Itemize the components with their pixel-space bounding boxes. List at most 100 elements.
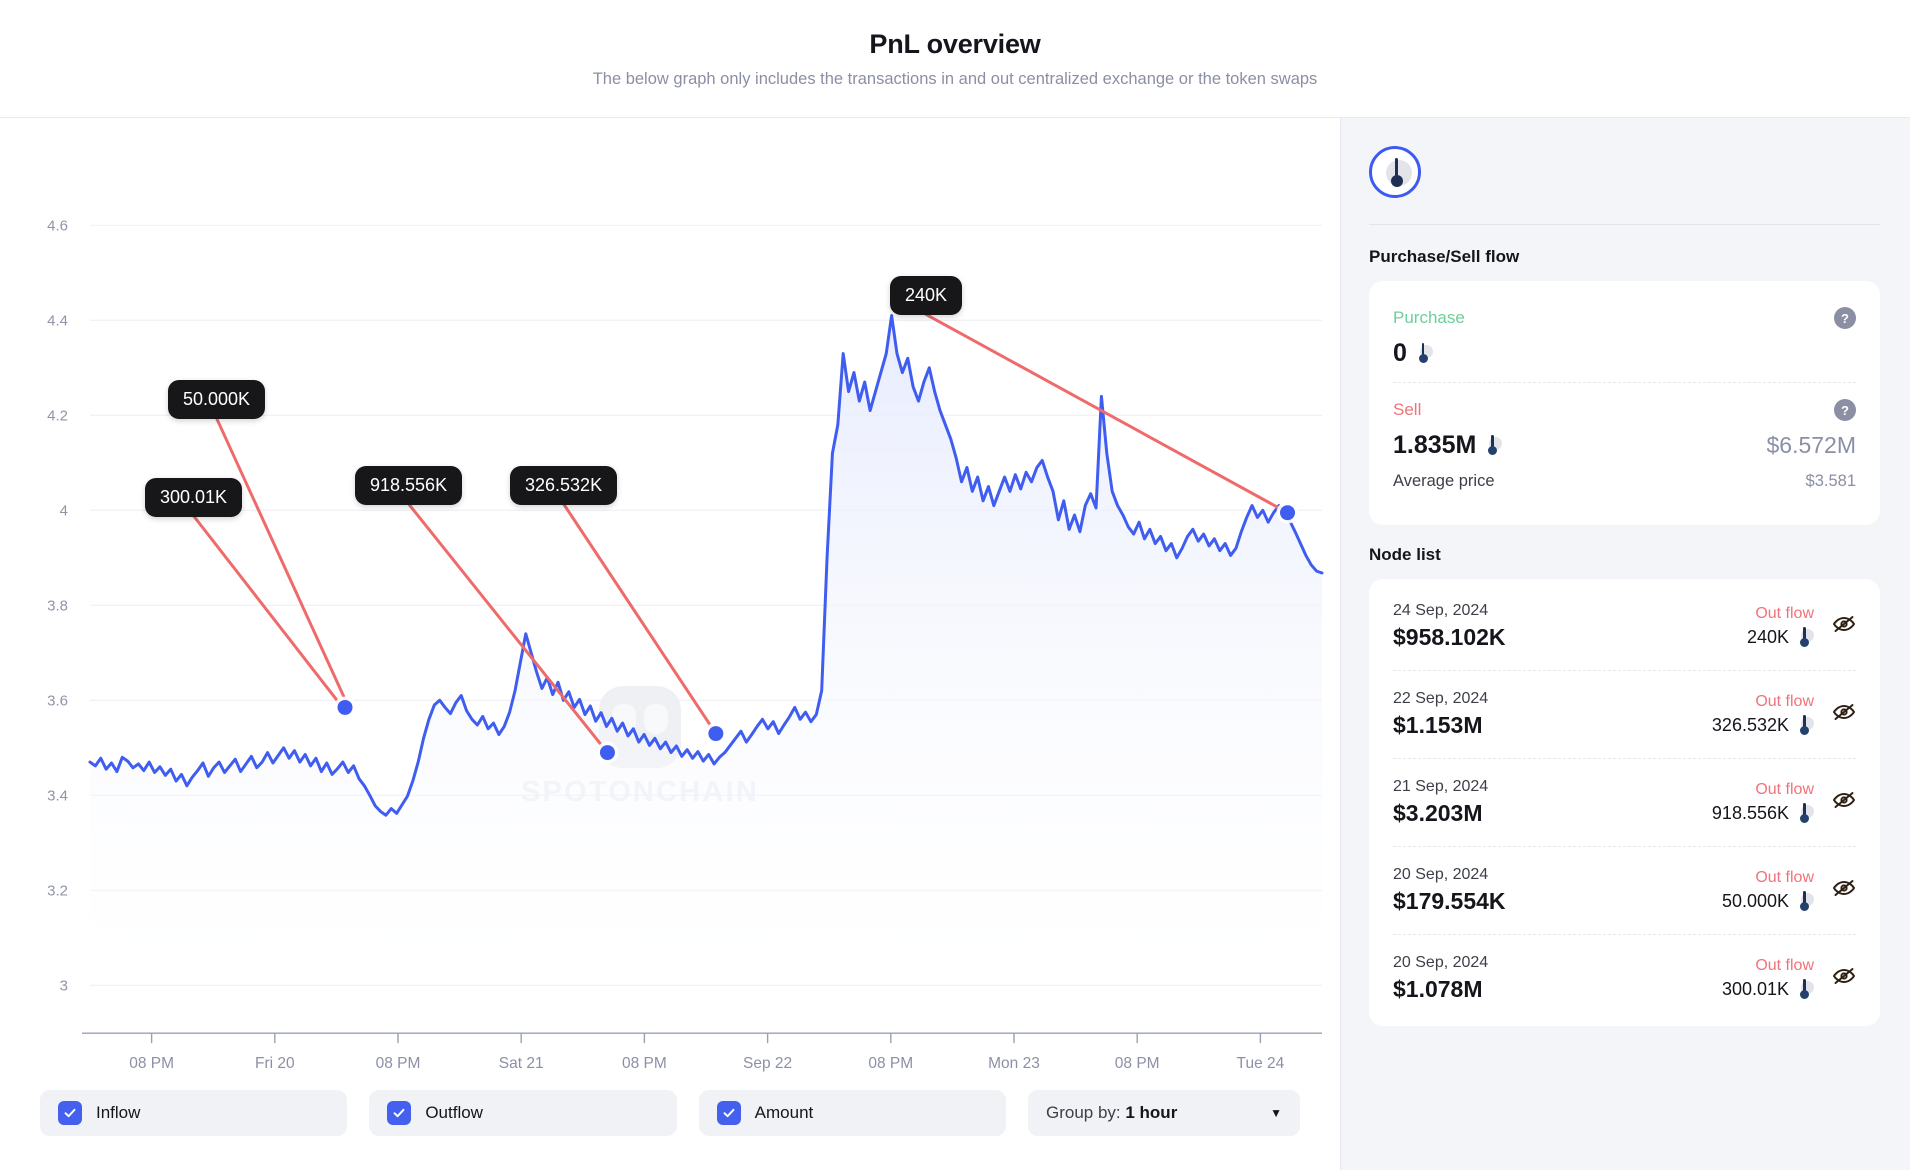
sidebar-divider xyxy=(1369,224,1880,225)
svg-text:Sep 22: Sep 22 xyxy=(743,1055,792,1072)
node-flow-direction: Out flow xyxy=(1712,781,1814,799)
svg-text:3.8: 3.8 xyxy=(47,597,68,614)
node-left: 24 Sep, 2024 $958.102K xyxy=(1393,602,1506,651)
node-right: Out flow 918.556K xyxy=(1712,781,1856,824)
node-date: 20 Sep, 2024 xyxy=(1393,866,1506,884)
eye-off-icon[interactable] xyxy=(1832,788,1856,817)
node-flow-direction: Out flow xyxy=(1722,869,1814,887)
eye-off-icon[interactable] xyxy=(1832,964,1856,993)
node-right: Out flow326.532K xyxy=(1712,693,1856,736)
chart-area[interactable]: SPOTONCHAIN 33.23.43.63.844.24.44.608 PM… xyxy=(0,118,1340,1080)
outflow-label: Outflow xyxy=(425,1103,483,1123)
token-icon xyxy=(1797,715,1814,736)
group-by-label: Group by: 1 hour xyxy=(1046,1103,1177,1123)
node-token-amount: 300.01K xyxy=(1722,979,1814,1000)
page-title: PnL overview xyxy=(869,29,1040,60)
node-usd-value: $958.102K xyxy=(1393,624,1506,651)
purchase-help-icon[interactable]: ? xyxy=(1834,307,1856,329)
node-right: Out flow 50.000K xyxy=(1722,869,1856,912)
outflow-toggle[interactable]: Outflow xyxy=(369,1090,676,1136)
amount-checkbox[interactable] xyxy=(717,1101,741,1125)
sell-label: Sell xyxy=(1393,400,1421,420)
node-list-item[interactable]: 21 Sep, 2024$3.203M Out flow 918.556K xyxy=(1393,758,1856,846)
node-list-section: Node list 24 Sep, 2024$958.102KOut flow2… xyxy=(1369,545,1880,1026)
average-price-label: Average price xyxy=(1393,472,1495,491)
chart-annotation-callout[interactable]: 326.532K xyxy=(510,466,617,505)
node-usd-value: $1.153M xyxy=(1393,712,1488,739)
node-list-item[interactable]: 22 Sep, 2024 $1.153M Out flow326.532K xyxy=(1393,670,1856,758)
node-list-item[interactable]: 24 Sep, 2024$958.102KOut flow240K xyxy=(1393,583,1856,670)
detail-sidebar: Purchase/Sell flow Purchase ? 0 xyxy=(1340,118,1910,1170)
svg-text:4.2: 4.2 xyxy=(47,407,68,424)
inflow-checkbox[interactable] xyxy=(58,1101,82,1125)
svg-text:3.6: 3.6 xyxy=(47,692,68,709)
svg-text:Fri 20: Fri 20 xyxy=(255,1055,295,1072)
svg-text:Mon 23: Mon 23 xyxy=(988,1055,1040,1072)
node-date: 24 Sep, 2024 xyxy=(1393,602,1506,620)
eye-off-icon[interactable] xyxy=(1832,612,1856,641)
sell-usd: $6.572M xyxy=(1766,432,1856,459)
svg-text:3.2: 3.2 xyxy=(47,882,68,899)
sell-amount: 1.835M xyxy=(1393,431,1502,460)
node-list-title: Node list xyxy=(1369,545,1880,565)
node-list-item[interactable]: 20 Sep, 2024 $179.554K Out flow 50.000K xyxy=(1393,846,1856,934)
average-price-row: Average price $3.581 xyxy=(1393,472,1856,491)
node-flow-direction: Out flow xyxy=(1712,693,1814,711)
node-left: 22 Sep, 2024 $1.153M xyxy=(1393,690,1488,739)
amount-label: Amount xyxy=(755,1103,814,1123)
node-date: 20 Sep, 2024 xyxy=(1393,954,1488,972)
chart-annotation-callout[interactable]: 300.01K xyxy=(145,478,242,517)
node-list-item[interactable]: 20 Sep, 2024 $1.078M Out flow 300.01K xyxy=(1393,934,1856,1022)
purchase-label: Purchase xyxy=(1393,308,1465,328)
node-usd-value: $1.078M xyxy=(1393,976,1488,1003)
node-left: 20 Sep, 2024 $179.554K xyxy=(1393,866,1506,915)
node-left: 21 Sep, 2024$3.203M xyxy=(1393,778,1488,827)
svg-text:08 PM: 08 PM xyxy=(376,1055,421,1072)
node-token-amount: 50.000K xyxy=(1722,891,1814,912)
inflow-toggle[interactable]: Inflow xyxy=(40,1090,347,1136)
page-body: SPOTONCHAIN 33.23.43.63.844.24.44.608 PM… xyxy=(0,118,1910,1170)
svg-text:Tue 24: Tue 24 xyxy=(1237,1055,1285,1072)
svg-text:08 PM: 08 PM xyxy=(1115,1055,1160,1072)
node-date: 21 Sep, 2024 xyxy=(1393,778,1488,796)
chart-annotation-callout[interactable]: 918.556K xyxy=(355,466,462,505)
token-icon xyxy=(1797,627,1814,648)
token-icon xyxy=(1485,435,1502,456)
chevron-down-icon[interactable]: ▼ xyxy=(1270,1107,1282,1119)
token-dot xyxy=(1391,175,1403,187)
token-icon xyxy=(1797,979,1814,1000)
svg-text:3: 3 xyxy=(60,977,68,994)
group-by-select[interactable]: Group by: 1 hour ▼ xyxy=(1028,1090,1300,1136)
node-flow-direction: Out flow xyxy=(1747,605,1814,623)
chart-annotation-callout[interactable]: 240K xyxy=(890,276,962,315)
page-header: PnL overview The below graph only includ… xyxy=(0,0,1910,118)
token-icon xyxy=(1416,343,1433,364)
purchase-amount: 0 xyxy=(1393,339,1433,368)
chart-toolbar: Inflow Outflow Amount Group by: 1 hour xyxy=(0,1080,1340,1170)
amount-toggle[interactable]: Amount xyxy=(699,1090,1006,1136)
token-icon xyxy=(1797,891,1814,912)
node-usd-value: $179.554K xyxy=(1393,888,1506,915)
node-token-amount: 918.556K xyxy=(1712,803,1814,824)
pnl-overview-page: PnL overview The below graph only includ… xyxy=(0,0,1910,1170)
group-by-value: 1 hour xyxy=(1125,1103,1177,1122)
outflow-checkbox[interactable] xyxy=(387,1101,411,1125)
purchase-amount-value: 0 xyxy=(1393,339,1407,368)
svg-text:4: 4 xyxy=(60,502,68,519)
chart-annotation-callout[interactable]: 50.000K xyxy=(168,380,265,419)
node-right: Out flow 300.01K xyxy=(1722,957,1856,1000)
node-date: 22 Sep, 2024 xyxy=(1393,690,1488,708)
eye-off-icon[interactable] xyxy=(1832,876,1856,905)
eye-off-icon[interactable] xyxy=(1832,700,1856,729)
svg-text:4.6: 4.6 xyxy=(47,217,68,234)
token-icon xyxy=(1797,803,1814,824)
sell-help-icon[interactable]: ? xyxy=(1834,399,1856,421)
node-list-card: 24 Sep, 2024$958.102KOut flow240K22 Sep,… xyxy=(1369,579,1880,1026)
node-flow-direction: Out flow xyxy=(1722,957,1814,975)
svg-text:08 PM: 08 PM xyxy=(622,1055,667,1072)
node-left: 20 Sep, 2024 $1.078M xyxy=(1393,954,1488,1003)
inflow-label: Inflow xyxy=(96,1103,140,1123)
purchase-sell-flow-title: Purchase/Sell flow xyxy=(1369,247,1880,267)
average-price-value: $3.581 xyxy=(1806,472,1856,491)
token-thermometer-icon[interactable] xyxy=(1369,146,1421,198)
